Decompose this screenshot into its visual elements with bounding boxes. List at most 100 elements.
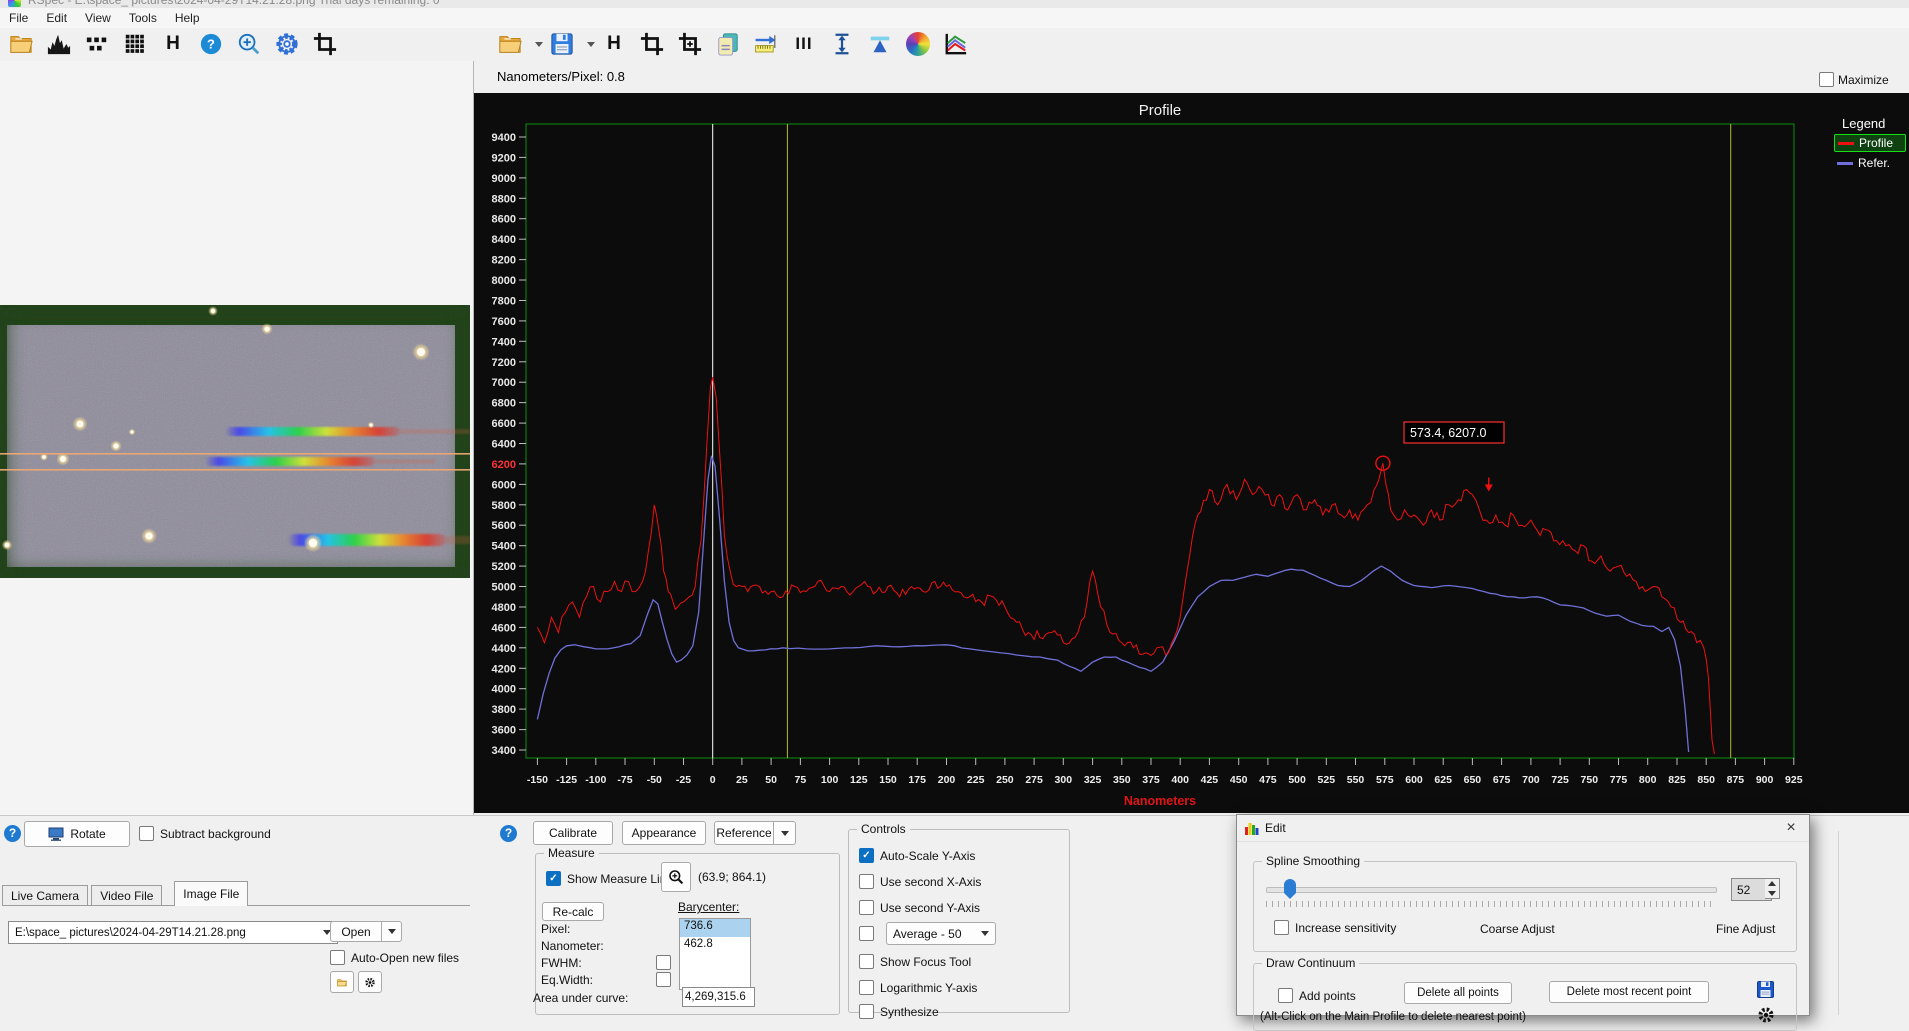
- reference-button[interactable]: Reference: [714, 821, 774, 845]
- funnel-icon[interactable]: [867, 31, 893, 57]
- show-measure-lines-checkbox[interactable]: ✓: [546, 871, 561, 886]
- profiles-chart-icon[interactable]: [943, 31, 969, 57]
- image-settings-button[interactable]: [358, 971, 382, 993]
- area-under-curve-value[interactable]: 4,269,315.6: [682, 987, 755, 1007]
- color-wheel-icon[interactable]: [905, 31, 931, 57]
- spline-slider-thumb[interactable]: [1284, 879, 1296, 899]
- increase-sensitivity-control[interactable]: Increase sensitivity: [1274, 920, 1396, 935]
- menu-item-edit[interactable]: Edit: [37, 9, 76, 27]
- measure-row-checkbox[interactable]: [656, 972, 671, 987]
- legend-item-profile[interactable]: Profile: [1834, 134, 1906, 152]
- chevron-down-icon: [780, 830, 789, 836]
- ruler-arrow-icon[interactable]: [753, 31, 779, 57]
- browse-folder-button[interactable]: [330, 971, 354, 993]
- tab-image-file[interactable]: Image File: [174, 881, 249, 906]
- calibrate-button[interactable]: Calibrate: [533, 821, 613, 845]
- add-points-checkbox[interactable]: [1278, 988, 1293, 1003]
- save-continuum-icon[interactable]: [1757, 981, 1774, 998]
- control-auto-scale-y-axis[interactable]: ✓ Auto-Scale Y-Axis: [859, 848, 975, 863]
- spline-slider-track[interactable]: [1266, 887, 1717, 893]
- tab-live-camera[interactable]: Live Camera: [2, 885, 89, 906]
- folder-open-icon[interactable]: [8, 31, 34, 57]
- control-synthesize[interactable]: Synthesize: [859, 1004, 939, 1019]
- x-tick-label: 625: [1434, 774, 1452, 786]
- settings-gear-icon[interactable]: [274, 31, 300, 57]
- measure-row-value[interactable]: [680, 954, 750, 972]
- copy-pages-icon[interactable]: [715, 31, 741, 57]
- help-icon[interactable]: ?: [500, 825, 517, 842]
- control-logarithmic-y-axis[interactable]: Logarithmic Y-axis: [859, 980, 977, 995]
- increase-sensitivity-checkbox[interactable]: [1274, 920, 1289, 935]
- subtract-background-checkbox[interactable]: [139, 826, 154, 841]
- open-label: Open: [341, 924, 371, 939]
- continuum-settings-gear-icon[interactable]: [1758, 1007, 1774, 1023]
- subtract-background-control[interactable]: Subtract background: [139, 826, 271, 841]
- dot-grid-icon[interactable]: [84, 31, 110, 57]
- menu-item-tools[interactable]: Tools: [120, 9, 166, 27]
- vertical-range-icon[interactable]: [829, 31, 855, 57]
- control-checkbox[interactable]: ✓: [859, 848, 874, 863]
- maximize-checkbox[interactable]: [1819, 72, 1834, 87]
- menu-item-file[interactable]: File: [0, 9, 37, 27]
- add-points-control[interactable]: Add points: [1278, 988, 1356, 1003]
- zoom-tool-button[interactable]: [661, 862, 691, 892]
- menu-item-view[interactable]: View: [76, 9, 120, 27]
- save-icon[interactable]: [549, 31, 575, 57]
- edit-dialog-titlebar[interactable]: Edit ×: [1237, 815, 1809, 842]
- average-dropdown[interactable]: Average - 50: [886, 922, 996, 945]
- histogram-icon[interactable]: [46, 31, 72, 57]
- close-icon[interactable]: ×: [1781, 818, 1801, 838]
- reference-dropdown-button[interactable]: [774, 821, 796, 845]
- spline-spinner[interactable]: [1765, 878, 1780, 899]
- control-show-focus-tool[interactable]: Show Focus Tool: [859, 954, 971, 969]
- measure-row-value[interactable]: 736.6: [680, 919, 750, 937]
- dropdown-arrow-icon[interactable]: [535, 42, 543, 47]
- auto-open-checkbox[interactable]: [330, 950, 345, 965]
- control-checkbox[interactable]: [859, 926, 874, 941]
- folder-open-icon[interactable]: [497, 31, 523, 57]
- help-icon[interactable]: ?: [4, 825, 21, 842]
- show-measure-lines-control[interactable]: ✓ Show Measure Lines: [546, 871, 679, 886]
- menu-item-help[interactable]: Help: [166, 9, 209, 27]
- spectrum-image[interactable]: [0, 276, 499, 607]
- file-path-combobox[interactable]: E:\space_ pictures\2024-04-29T14.21.28.p…: [8, 921, 338, 944]
- measure-row-value[interactable]: 462.8: [680, 937, 750, 955]
- control-checkbox[interactable]: [859, 954, 874, 969]
- crop-icon[interactable]: [312, 31, 338, 57]
- delete-all-points-button[interactable]: Delete all points: [1404, 982, 1512, 1004]
- control-checkbox[interactable]: [859, 900, 874, 915]
- dropdown-arrow-icon[interactable]: [587, 42, 595, 47]
- control-use-second-y-axis[interactable]: Use second Y-Axis: [859, 900, 980, 915]
- zoom-in-icon[interactable]: [236, 31, 262, 57]
- control-checkbox[interactable]: [859, 1004, 874, 1019]
- rotate-button[interactable]: Rotate: [24, 821, 130, 847]
- control-use-second-x-axis[interactable]: Use second X-Axis: [859, 874, 981, 889]
- h-tool-icon[interactable]: H: [601, 31, 627, 57]
- control-checkbox[interactable]: [859, 874, 874, 889]
- maximize-control[interactable]: Maximize: [1819, 72, 1889, 87]
- crop-plus-icon[interactable]: [677, 31, 703, 57]
- spinner-up-icon[interactable]: [1768, 881, 1776, 886]
- image-measure-line[interactable]: [0, 453, 470, 455]
- grid-icon[interactable]: [122, 31, 148, 57]
- tab-video-file[interactable]: Video File: [91, 885, 163, 906]
- measure-row-checkbox[interactable]: [656, 955, 671, 970]
- delete-recent-point-button[interactable]: Delete most recent point: [1549, 981, 1709, 1003]
- control-checkbox[interactable]: [859, 980, 874, 995]
- recalc-button[interactable]: Re-calc: [542, 902, 604, 921]
- image-measure-line[interactable]: [0, 469, 470, 471]
- control-average[interactable]: Average - 50: [859, 922, 996, 945]
- legend-item-refer[interactable]: Refer.: [1834, 155, 1906, 171]
- y-tick-label: 3800: [492, 704, 516, 716]
- help-icon[interactable]: ?: [198, 31, 224, 57]
- appearance-button[interactable]: Appearance: [622, 821, 706, 845]
- h-tool-icon[interactable]: H: [160, 31, 186, 57]
- y-tick-label: 3600: [492, 725, 516, 737]
- open-button[interactable]: Open: [330, 921, 382, 942]
- crop-icon[interactable]: [639, 31, 665, 57]
- profile-chart[interactable]: Profile340036003800400042004400460048005…: [474, 93, 1909, 813]
- columns-icon[interactable]: III: [791, 31, 817, 57]
- auto-open-control[interactable]: Auto-Open new files: [330, 950, 459, 965]
- open-dropdown-button[interactable]: [382, 921, 402, 942]
- spinner-down-icon[interactable]: [1768, 891, 1776, 896]
